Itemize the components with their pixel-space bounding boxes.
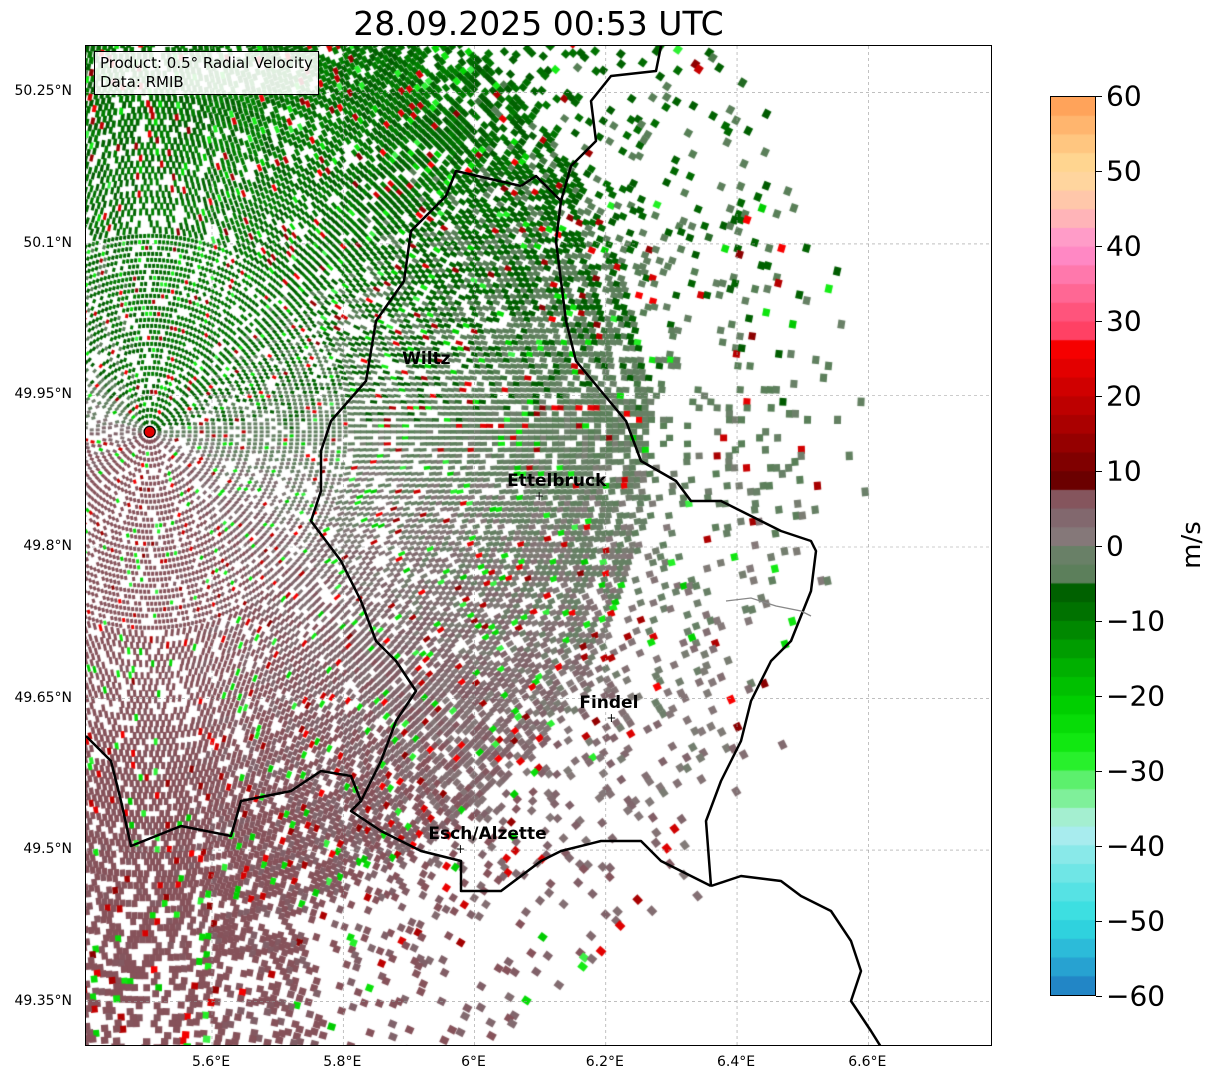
product-info-box: Product: 0.5° Radial Velocity Data: RMIB xyxy=(94,51,319,95)
x-tick-label: 5.8°E xyxy=(323,1054,362,1070)
x-tick-label: 6.6°E xyxy=(848,1054,887,1070)
country-border xyxy=(710,874,882,1045)
colorbar-tick-label: 0 xyxy=(1106,529,1124,563)
y-tick-label: 49.65°N xyxy=(14,689,72,706)
chart-title: 28.09.2025 00:53 UTC xyxy=(353,4,724,43)
colorbar-tick-label: 30 xyxy=(1106,304,1142,338)
x-tick-label: 6.2°E xyxy=(585,1054,624,1070)
x-tick-label: 6.4°E xyxy=(716,1054,756,1070)
radar-map[interactable] xyxy=(85,45,992,1046)
colorbar-tick-label: −60 xyxy=(1106,979,1166,1013)
colorbar-tick-mark xyxy=(1096,96,1102,97)
colorbar-label: m/s xyxy=(1176,521,1207,569)
country-border xyxy=(520,174,562,202)
y-tick-label: 49.5°N xyxy=(23,841,72,858)
city-label: Esch/Alzette xyxy=(428,824,547,845)
city-label: Ettelbruck xyxy=(507,470,607,491)
city-label: Wiltz xyxy=(402,349,451,370)
colorbar-tick-mark xyxy=(1096,921,1102,922)
colorbar-tick-label: 10 xyxy=(1106,454,1142,488)
colorbar xyxy=(1050,96,1096,996)
colorbar-tick-mark xyxy=(1096,696,1102,697)
x-tick-label: 5.6°E xyxy=(191,1054,231,1070)
country-border xyxy=(86,735,363,848)
colorbar-tick-label: 50 xyxy=(1106,154,1142,188)
colorbar-tick-mark xyxy=(1096,246,1102,247)
city-marker-icon: + xyxy=(606,710,617,725)
x-tick-label: 6°E xyxy=(461,1054,486,1070)
colorbar-tick-mark xyxy=(1096,171,1102,172)
country-border xyxy=(309,169,712,893)
colorbar-tick-mark xyxy=(1096,396,1102,397)
colorbar-tick-mark xyxy=(1096,771,1102,772)
colorbar-tick-mark xyxy=(1096,846,1102,847)
y-tick-label: 49.8°N xyxy=(23,538,72,554)
colorbar-tick-mark xyxy=(1096,321,1102,322)
data-source-label: Data: RMIB xyxy=(100,73,184,91)
colorbar-tick-mark xyxy=(1096,471,1102,472)
y-tick-label: 50.1°N xyxy=(23,234,72,251)
map-overlay xyxy=(86,46,991,1045)
colorbar-tick-label: −10 xyxy=(1106,604,1166,638)
colorbar-tick-label: 40 xyxy=(1106,229,1142,263)
river-moselle xyxy=(725,597,812,617)
colorbar-tick-label: −40 xyxy=(1106,829,1166,863)
radar-site-marker xyxy=(143,425,156,438)
colorbar-tick-mark xyxy=(1096,546,1102,547)
y-tick-label: 50.25°N xyxy=(14,83,72,100)
country-border xyxy=(554,46,818,887)
city-label: Findel xyxy=(579,692,639,713)
colorbar-tick-label: −30 xyxy=(1106,754,1166,788)
product-label: Product: 0.5° Radial Velocity xyxy=(100,54,313,72)
y-tick-label: 49.95°N xyxy=(14,386,72,403)
colorbar-tick-label: 60 xyxy=(1106,79,1142,113)
colorbar-tick-mark xyxy=(1096,621,1102,622)
colorbar-tick-label: −20 xyxy=(1106,679,1166,713)
colorbar-tick-label: 20 xyxy=(1106,379,1142,413)
y-tick-label: 49.35°N xyxy=(14,992,72,1009)
city-marker-icon: + xyxy=(455,842,466,857)
colorbar-tick-label: −50 xyxy=(1106,904,1166,938)
city-marker-icon: + xyxy=(534,488,545,503)
colorbar-tick-mark xyxy=(1096,996,1102,997)
